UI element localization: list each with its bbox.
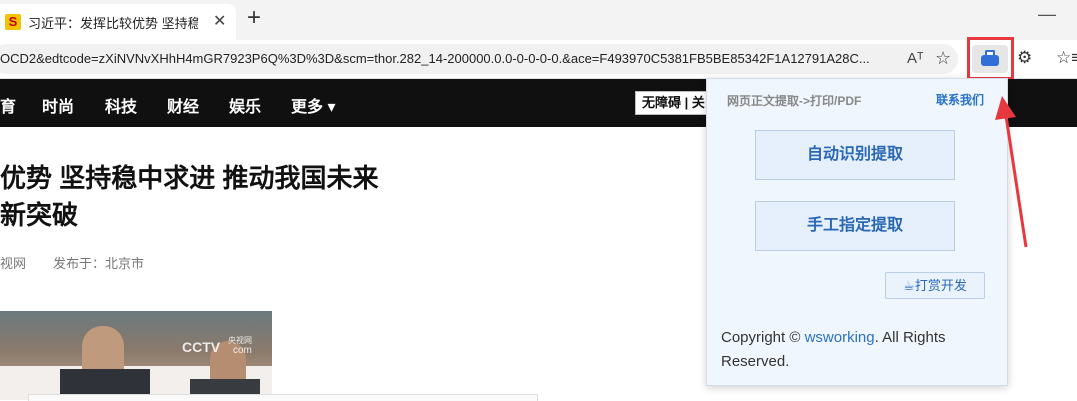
popup-title: 网页正文提取->打印/PDF xyxy=(727,94,862,108)
article-image: CCTV 央视网 com xyxy=(0,311,272,400)
manual-extract-button[interactable]: 手工指定提取 xyxy=(755,201,955,251)
accessibility-toggle[interactable]: 无障碍 | 关 xyxy=(635,91,710,115)
contact-us-link[interactable]: 联系我们 xyxy=(936,91,984,108)
address-bar[interactable]: OCD2&edtcode=zXiNVNvXHhH4mGR7923P6Q%3D%3… xyxy=(0,44,958,74)
extension-popup: 网页正文提取->打印/PDF 联系我们 自动识别提取 手工指定提取 ☕打赏开发 … xyxy=(706,78,1008,386)
cctv-watermark: CCTV xyxy=(182,339,221,355)
article-source: 视网 xyxy=(0,256,27,271)
nav-item-more[interactable]: 更多 ▾ xyxy=(291,93,335,117)
site-favicon-icon: S xyxy=(5,14,21,30)
nav-item-finance[interactable]: 财经 xyxy=(167,93,199,117)
favorites-bar-icon[interactable]: ☆≡ xyxy=(1056,48,1077,68)
favorite-star-icon[interactable]: ☆ xyxy=(935,48,951,69)
new-tab-button[interactable]: + xyxy=(247,4,261,32)
address-bar-row: OCD2&edtcode=zXiNVNvXHhH4mGR7923P6Q%3D%3… xyxy=(0,40,1077,79)
headline-line-2: 新突破 xyxy=(0,200,79,230)
nav-item-tech[interactable]: 科技 xyxy=(105,93,137,117)
headline-line-1: 优势 坚持稳中求进 推动我国未来 xyxy=(0,163,379,193)
tab-close-icon[interactable]: ✕ xyxy=(213,11,226,31)
article-published: 发布于：北京市 xyxy=(53,256,145,271)
auto-extract-button[interactable]: 自动识别提取 xyxy=(755,130,955,180)
article-headline: 优势 坚持稳中求进 推动我国未来 新突破 xyxy=(0,160,430,234)
tab-title: 习近平：发挥比较优势 坚持稳中求 xyxy=(28,16,198,31)
wsworking-link[interactable]: wsworking xyxy=(805,329,875,346)
url-text[interactable]: OCD2&edtcode=zXiNVNvXHhH4mGR7923P6Q%3D%3… xyxy=(0,51,900,66)
copyright-notice: Copyright © wsworking. All Rights Reserv… xyxy=(721,326,991,374)
nav-item-entertainment[interactable]: 娱乐 xyxy=(229,93,261,117)
read-aloud-icon[interactable]: Aᵀ xyxy=(907,50,924,67)
highlight-box xyxy=(967,37,1014,80)
copyright-prefix: Copyright © xyxy=(721,329,801,346)
donate-button[interactable]: ☕打赏开发 xyxy=(885,272,985,299)
cctv-watermark-com: com xyxy=(233,345,252,356)
browser-tab-active[interactable]: S 习近平：发挥比较优势 坚持稳中求 ✕ xyxy=(0,4,236,40)
window-minimize-button[interactable]: — xyxy=(1038,4,1056,25)
nav-item-sports[interactable]: 育 xyxy=(0,93,16,117)
extensions-puzzle-icon[interactable]: ⚙ xyxy=(1017,48,1032,68)
nav-item-fashion[interactable]: 时尚 xyxy=(42,93,74,117)
tab-strip: S 习近平：发挥比较优势 坚持稳中求 ✕ + — xyxy=(0,0,1077,40)
